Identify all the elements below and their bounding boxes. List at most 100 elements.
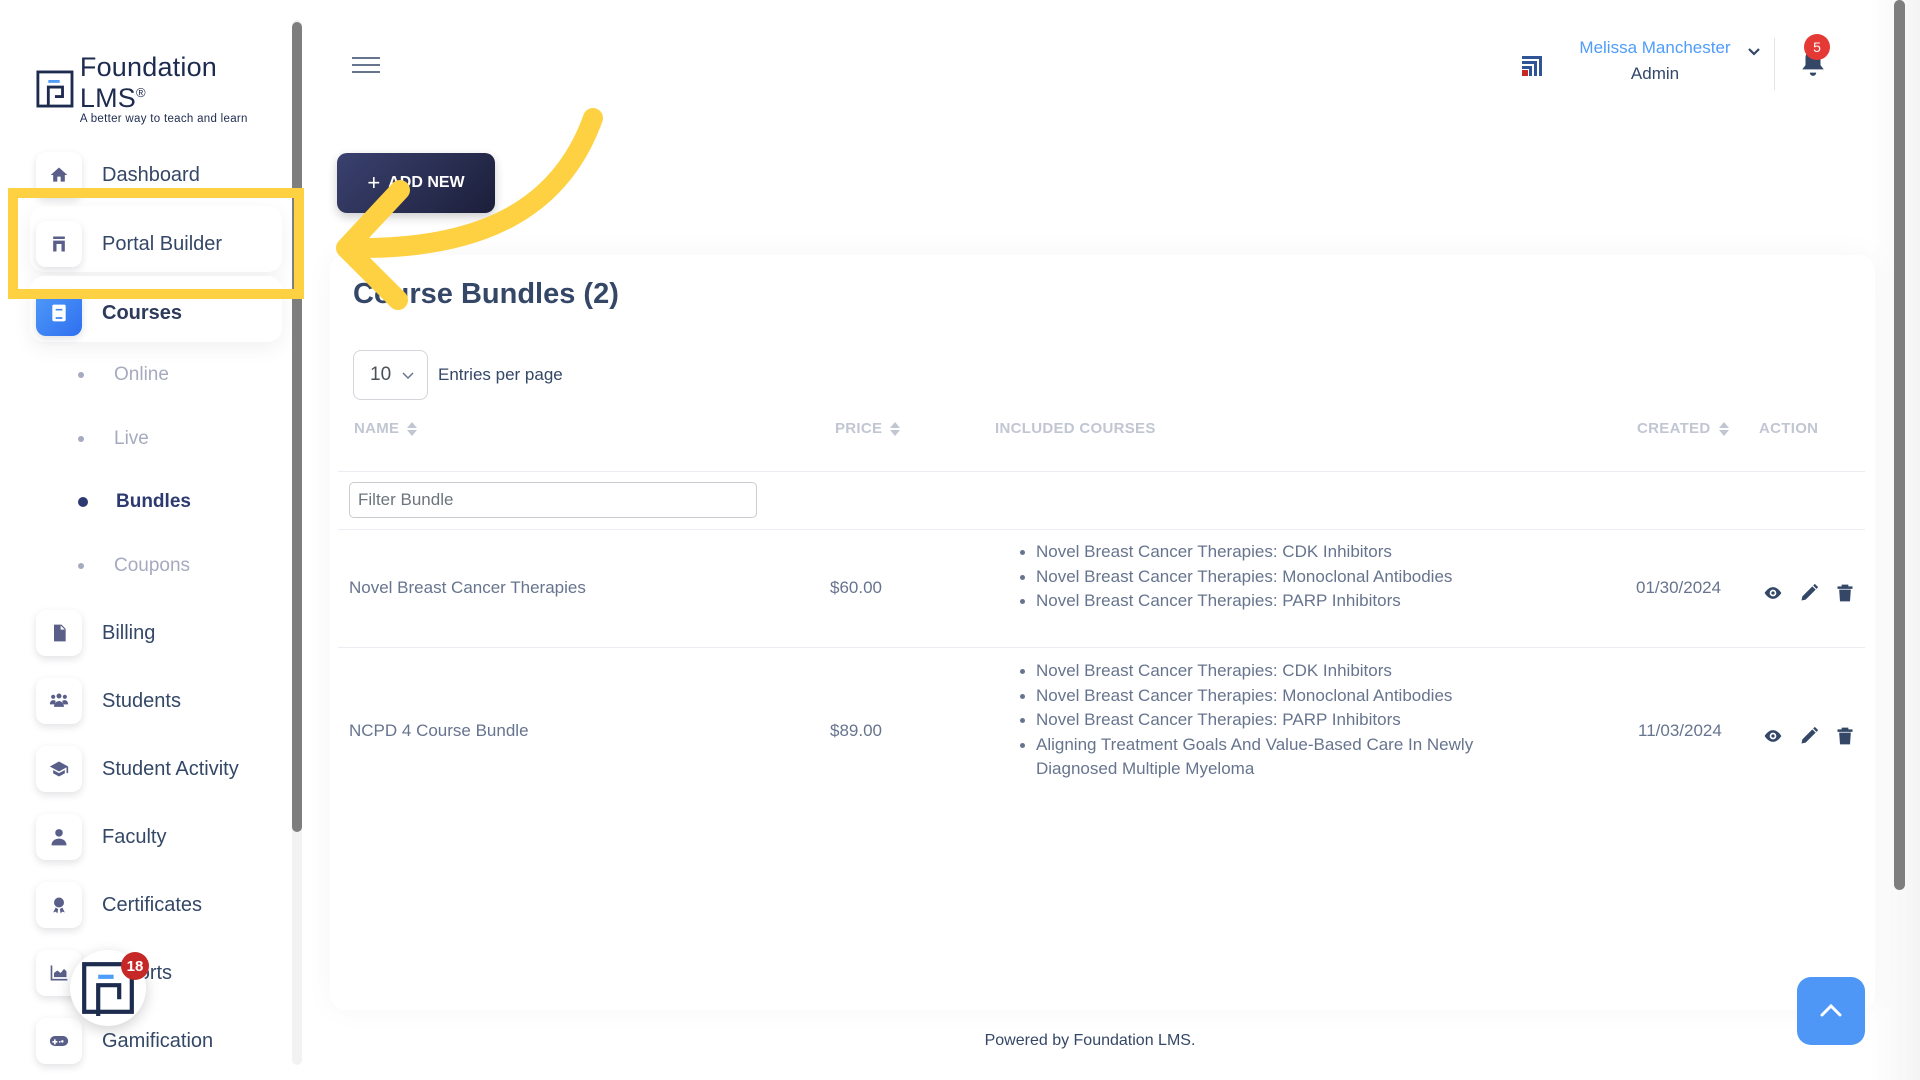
sidebar-item-dashboard[interactable]: Dashboard — [36, 152, 200, 198]
entries-per-page-select[interactable]: 10 — [353, 350, 428, 400]
hamburger-icon — [352, 57, 380, 59]
eye-icon[interactable] — [1763, 726, 1783, 746]
row-actions — [1763, 726, 1855, 746]
user-name: Melissa Manchester — [1579, 38, 1731, 57]
sidebar-item-portal-builder[interactable]: Portal Builder — [36, 221, 222, 267]
bundle-name: Novel Breast Cancer Therapies — [349, 578, 586, 597]
sort-icon — [407, 421, 418, 436]
page-scrollbar-thumb[interactable] — [1894, 0, 1905, 890]
eye-icon[interactable] — [1763, 583, 1783, 603]
faculty-icon — [51, 829, 67, 846]
subitem-label: Bundles — [116, 491, 191, 512]
scroll-to-top-button[interactable] — [1797, 977, 1865, 1045]
sidebar-item-label: Portal Builder — [102, 232, 223, 255]
bullet-icon — [78, 563, 84, 569]
course-item: Novel Breast Cancer Therapies: CDK Inhib… — [1016, 659, 1536, 684]
chevron-down-icon[interactable] — [1746, 44, 1762, 60]
sidebar-item-label: Students — [102, 689, 181, 712]
graduation-cap-icon — [49, 761, 69, 777]
chevron-up-icon — [1820, 1003, 1842, 1017]
area-chart-icon — [50, 965, 68, 981]
add-new-button[interactable]: + ADD NEW — [337, 153, 495, 213]
column-header-included-courses: INCLUDED COURSES — [995, 420, 1156, 437]
sidebar-subitem-bundles[interactable]: Bundles — [78, 491, 191, 513]
widget-badge: 18 — [121, 952, 149, 980]
sidebar-item-faculty[interactable]: Faculty — [36, 814, 166, 860]
divider — [338, 529, 1865, 530]
sort-icon — [890, 421, 901, 436]
foundation-logo-icon — [36, 70, 74, 107]
course-item: Novel Breast Cancer Therapies: CDK Inhib… — [1016, 540, 1536, 565]
footer-text: Powered by Foundation LMS. — [984, 1032, 1196, 1049]
column-header-name[interactable]: NAME — [354, 420, 418, 437]
sidebar-item-label: Faculty — [102, 825, 167, 848]
sidebar: Foundation LMS® A better way to teach an… — [0, 0, 290, 1080]
row-actions — [1763, 583, 1855, 603]
course-item: Aligning Treatment Goals And Value-Based… — [1016, 733, 1536, 782]
entries-value: 10 — [370, 364, 392, 385]
sidebar-item-students[interactable]: Students — [36, 678, 181, 724]
sidebar-item-certificates[interactable]: Certificates — [36, 882, 202, 928]
sort-icon — [1718, 421, 1729, 436]
sidebar-item-courses[interactable]: Courses — [36, 290, 182, 336]
home-icon — [50, 167, 68, 182]
brand-name: Foundation LMS — [79, 52, 217, 113]
course-item: Novel Breast Cancer Therapies: PARP Inhi… — [1016, 589, 1536, 614]
created-date: 01/30/2024 — [1636, 578, 1722, 597]
header-divider — [1774, 38, 1775, 90]
invoice-icon — [54, 624, 66, 642]
brand-tagline: A better way to teach and learn — [79, 113, 248, 125]
entries-per-page: 10 Entries per page — [353, 350, 563, 400]
book-icon — [52, 304, 66, 322]
bundle-name: NCPD 4 Course Bundle — [349, 721, 529, 740]
users-icon — [49, 693, 69, 707]
course-item: Novel Breast Cancer Therapies: Monoclona… — [1016, 684, 1536, 709]
sidebar-item-label: Courses — [102, 301, 183, 324]
divider — [338, 647, 1865, 648]
page-title: Course Bundles (2) — [353, 278, 619, 310]
page-scrollbar[interactable] — [1870, 0, 1920, 1080]
menu-toggle-button[interactable] — [352, 57, 380, 75]
trash-icon[interactable] — [1835, 583, 1855, 603]
bundle-price: $60.00 — [830, 578, 882, 597]
subitem-label: Live — [114, 428, 149, 449]
sidebar-subitem-coupons[interactable]: Coupons — [78, 555, 190, 577]
course-item: Novel Breast Cancer Therapies: Monoclona… — [1016, 565, 1536, 590]
included-courses-list: Novel Breast Cancer Therapies: CDK Inhib… — [1016, 659, 1536, 782]
bullet-icon — [78, 372, 84, 378]
sidebar-subitem-online[interactable]: Online — [78, 364, 169, 386]
sidebar-item-label: Dashboard — [102, 163, 200, 186]
brand-logo[interactable]: Foundation LMS® A better way to teach an… — [36, 52, 290, 125]
add-new-label: ADD NEW — [388, 174, 465, 191]
plus-icon: + — [367, 170, 381, 195]
subitem-label: Online — [114, 364, 169, 385]
subitem-label: Coupons — [114, 555, 191, 576]
pencil-icon[interactable] — [1799, 583, 1819, 603]
column-header-price[interactable]: PRICE — [835, 420, 901, 437]
org-logo-icon — [1522, 56, 1542, 76]
bundle-price: $89.00 — [830, 721, 882, 740]
sidebar-subitem-live[interactable]: Live — [78, 428, 149, 450]
column-header-action: ACTION — [1759, 420, 1819, 437]
divider — [338, 471, 1865, 472]
award-icon — [53, 897, 65, 914]
user-role: Admin — [1630, 64, 1680, 83]
notification-badge: 5 — [1804, 34, 1830, 60]
filter-bundle-input[interactable] — [349, 482, 757, 518]
registered-mark: ® — [136, 85, 146, 100]
sidebar-item-student-activity[interactable]: Student Activity — [36, 746, 239, 792]
column-header-created[interactable]: CREATED — [1637, 420, 1729, 437]
entries-label: Entries per page — [438, 365, 563, 384]
sidebar-item-label: Student Activity — [102, 757, 239, 780]
pencil-icon[interactable] — [1799, 726, 1819, 746]
sidebar-scrollbar[interactable] — [292, 20, 302, 1065]
user-menu[interactable]: Melissa Manchester Admin — [1560, 38, 1750, 84]
sidebar-item-label: Billing — [102, 621, 156, 644]
sidebar-scrollbar-thumb[interactable] — [292, 22, 302, 832]
sidebar-item-label: Certificates — [102, 893, 203, 916]
bullet-icon — [78, 436, 84, 442]
trash-icon[interactable] — [1835, 726, 1855, 746]
course-item: Novel Breast Cancer Therapies: PARP Inhi… — [1016, 708, 1536, 733]
included-courses-list: Novel Breast Cancer Therapies: CDK Inhib… — [1016, 540, 1536, 614]
sidebar-item-billing[interactable]: Billing — [36, 610, 155, 656]
